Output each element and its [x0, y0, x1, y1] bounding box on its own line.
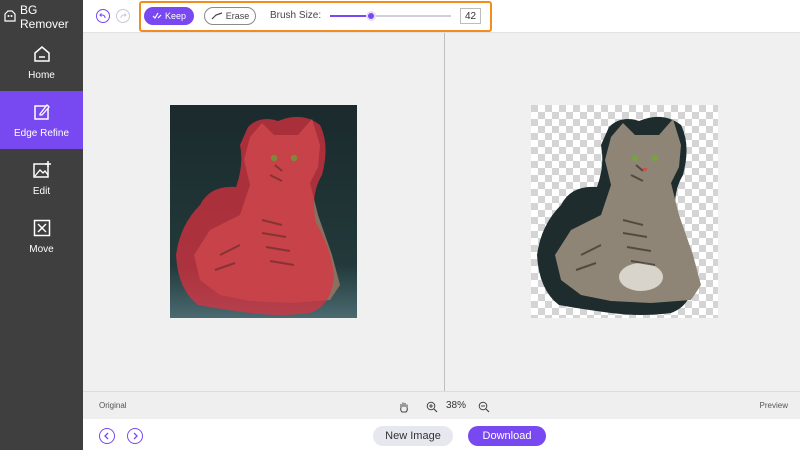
sidebar-item-label: Move: [29, 243, 54, 255]
chevron-right-icon: [133, 432, 138, 440]
brush-size-value[interactable]: 42: [460, 8, 481, 24]
split-divider[interactable]: [444, 33, 445, 391]
sidebar-item-edge-refine[interactable]: Edge Refine: [0, 91, 83, 149]
redo-button[interactable]: [116, 9, 130, 23]
brush-size-slider-fill: [330, 15, 372, 17]
eraser-icon: [211, 12, 222, 20]
brush-size-label: Brush Size:: [270, 10, 322, 21]
brush-size-slider[interactable]: [330, 11, 451, 21]
zoom-level: 38%: [446, 400, 467, 411]
brush-check-icon: [152, 12, 162, 19]
home-icon: [32, 44, 52, 64]
app-brand: BG Remover: [0, 0, 83, 33]
keep-button[interactable]: Keep: [144, 7, 194, 25]
next-image-button[interactable]: [127, 428, 143, 444]
sidebar-item-label: Home: [28, 69, 55, 81]
undo-icon: [99, 13, 106, 19]
previous-image-button[interactable]: [99, 428, 115, 444]
zoom-in-icon[interactable]: [426, 400, 438, 418]
preview-label: Preview: [759, 401, 788, 410]
move-icon: [32, 218, 52, 238]
sidebar-item-label: Edge Refine: [13, 127, 70, 139]
original-label: Original: [99, 401, 127, 410]
top-toolbar: Keep Erase Brush Size: 42: [83, 0, 800, 33]
undo-button[interactable]: [96, 9, 110, 23]
preview-image: [531, 105, 718, 318]
sidebar-item-move[interactable]: Move: [0, 207, 83, 265]
hand-pan-icon[interactable]: [398, 400, 410, 418]
sidebar: BG Remover Home Edge Refine Edit Move: [0, 0, 83, 450]
sidebar-item-label: Edit: [32, 185, 51, 197]
zoom-out-icon[interactable]: [478, 400, 490, 418]
new-image-button[interactable]: New Image: [373, 426, 453, 446]
image-edit-icon: [32, 160, 52, 180]
app-title: BG Remover: [20, 2, 69, 31]
erase-label: Erase: [225, 11, 250, 21]
original-image[interactable]: [170, 105, 357, 318]
redo-icon: [120, 13, 127, 19]
app-logo-icon: [2, 9, 18, 25]
editor-canvas[interactable]: [83, 33, 800, 391]
chevron-left-icon: [104, 432, 109, 440]
sidebar-item-home[interactable]: Home: [0, 33, 83, 91]
sidebar-item-edit[interactable]: Edit: [0, 149, 83, 207]
download-button[interactable]: Download: [468, 426, 546, 446]
footer-bar: New Image Download: [83, 419, 800, 450]
edge-refine-icon: [32, 102, 52, 122]
status-bar: Original 38% Preview: [83, 391, 800, 419]
keep-label: Keep: [164, 11, 187, 21]
erase-button[interactable]: Erase: [204, 7, 256, 25]
